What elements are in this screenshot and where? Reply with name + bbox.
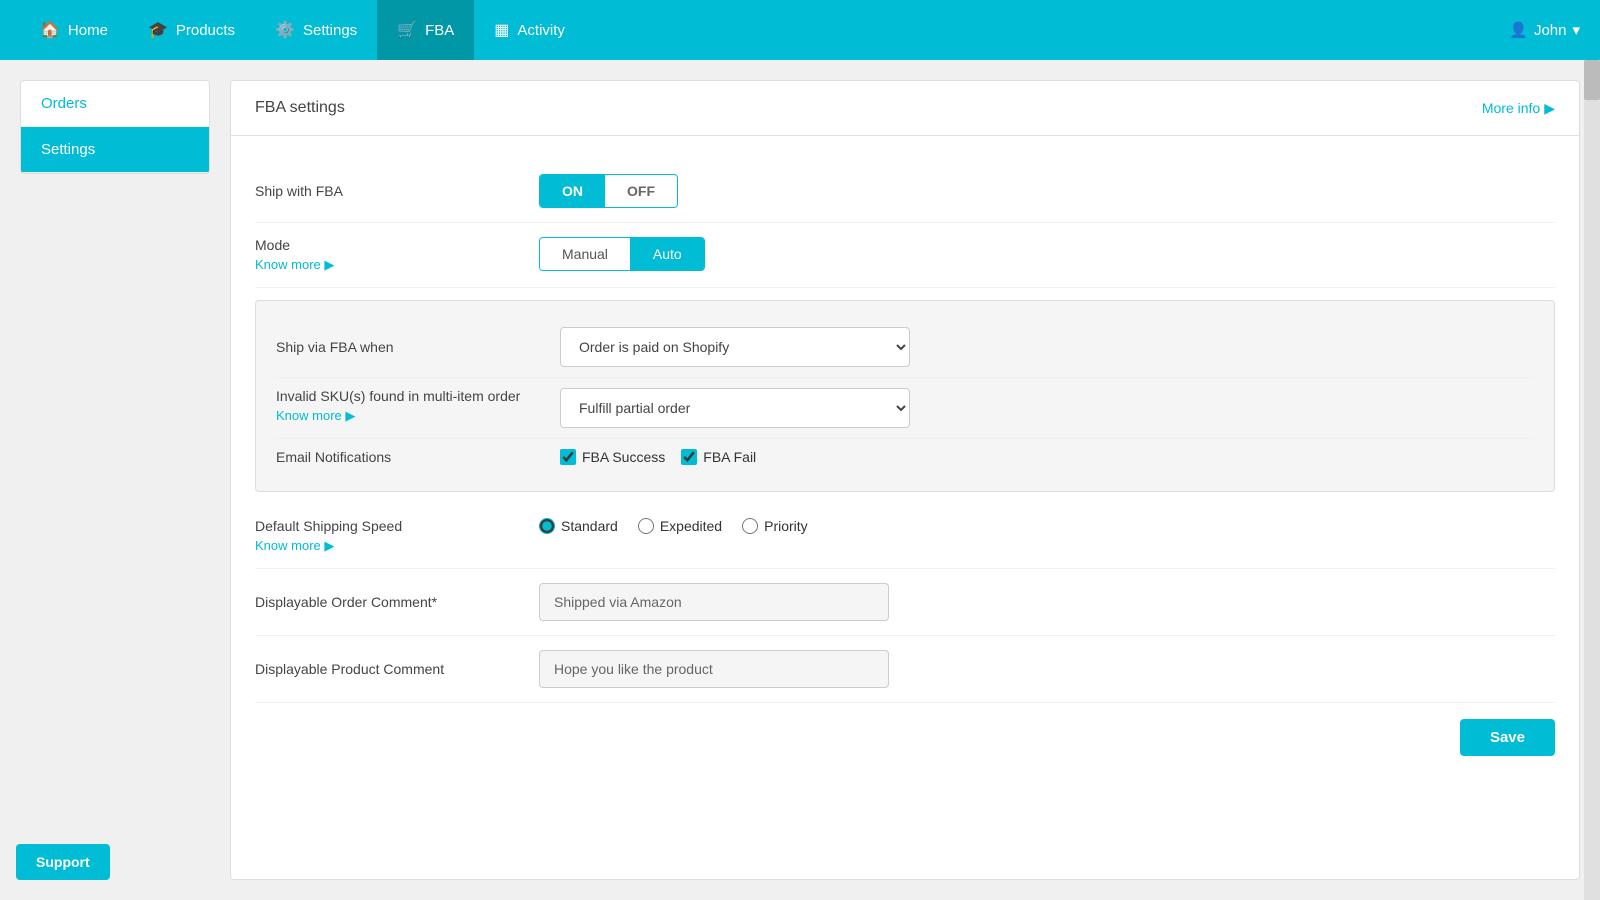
order-comment-input[interactable] xyxy=(539,583,889,621)
sidebar-item-settings[interactable]: Settings xyxy=(21,127,209,173)
invalid-sku-know-more-link[interactable]: Know more ▶ xyxy=(276,408,536,424)
priority-radio[interactable] xyxy=(742,518,758,534)
invalid-sku-label: Invalid SKU(s) found in multi-item order xyxy=(276,388,536,404)
toggle-off-button[interactable]: OFF xyxy=(605,175,677,207)
mode-toggle: Manual Auto xyxy=(539,237,705,271)
nav-settings-label: Settings xyxy=(303,22,357,39)
ship-via-select[interactable]: Order is paid on Shopify Order is create… xyxy=(560,327,910,367)
ship-via-row: Ship via FBA when Order is paid on Shopi… xyxy=(276,317,1534,378)
nav-activity[interactable]: ▦ Activity xyxy=(474,0,585,60)
fba-success-checkbox[interactable] xyxy=(560,449,576,465)
shipping-speed-label-group: Default Shipping Speed Know more ▶ xyxy=(255,518,515,554)
nav-products[interactable]: 🎓 Products xyxy=(128,0,255,60)
invalid-sku-label-group: Invalid SKU(s) found in multi-item order… xyxy=(276,388,536,424)
nav-home-label: Home xyxy=(68,22,108,39)
product-comment-input[interactable] xyxy=(539,650,889,688)
settings-header: FBA settings More info ▶ xyxy=(231,81,1579,136)
gray-box: Ship via FBA when Order is paid on Shopi… xyxy=(255,300,1555,492)
invalid-sku-row: Invalid SKU(s) found in multi-item order… xyxy=(276,378,1534,439)
priority-radio-label[interactable]: Priority xyxy=(742,518,808,534)
expedited-radio-label[interactable]: Expedited xyxy=(638,518,722,534)
scrollbar-thumb[interactable] xyxy=(1584,60,1600,100)
support-button[interactable]: Support xyxy=(16,844,110,880)
fba-success-checkbox-label[interactable]: FBA Success xyxy=(560,449,665,465)
nav-settings[interactable]: ⚙️ Settings xyxy=(255,0,377,60)
fba-fail-label: FBA Fail xyxy=(703,449,756,465)
mode-row: Mode Know more ▶ Manual Auto xyxy=(255,223,1555,288)
fba-fail-checkbox-label[interactable]: FBA Fail xyxy=(681,449,756,465)
user-menu[interactable]: 👤 John ▾ xyxy=(1509,21,1580,39)
email-notifications-label: Email Notifications xyxy=(276,449,536,465)
settings-icon: ⚙️ xyxy=(275,20,295,40)
expedited-radio-text: Expedited xyxy=(660,518,722,534)
fba-icon: 🛒 xyxy=(397,20,417,40)
nav-items: 🏠 Home 🎓 Products ⚙️ Settings 🛒 FBA ▦ Ac… xyxy=(20,0,1509,60)
products-icon: 🎓 xyxy=(148,20,168,40)
scrollbar[interactable] xyxy=(1584,60,1600,900)
nav-activity-label: Activity xyxy=(517,22,565,39)
nav-fba[interactable]: 🛒 FBA xyxy=(377,0,474,60)
priority-radio-text: Priority xyxy=(764,518,808,534)
product-comment-label: Displayable Product Comment xyxy=(255,661,515,677)
mode-manual-button[interactable]: Manual xyxy=(540,238,631,270)
page-layout: Orders Settings FBA settings More info ▶… xyxy=(0,60,1600,900)
sidebar-item-orders[interactable]: Orders xyxy=(21,81,209,127)
expedited-radio[interactable] xyxy=(638,518,654,534)
order-comment-label: Displayable Order Comment* xyxy=(255,594,515,610)
shipping-speed-label: Default Shipping Speed xyxy=(255,518,515,534)
settings-body: Ship with FBA ON OFF Mode Know more ▶ Ma… xyxy=(231,136,1579,784)
nav-products-label: Products xyxy=(176,22,235,39)
fba-success-label: FBA Success xyxy=(582,449,665,465)
email-checkboxes: FBA Success FBA Fail xyxy=(560,449,756,465)
order-comment-row: Displayable Order Comment* xyxy=(255,569,1555,636)
fba-fail-checkbox[interactable] xyxy=(681,449,697,465)
mode-label: Mode xyxy=(255,237,515,253)
ship-with-fba-label: Ship with FBA xyxy=(255,183,515,199)
save-button[interactable]: Save xyxy=(1460,719,1555,756)
ship-via-label: Ship via FBA when xyxy=(276,339,536,355)
standard-radio-label[interactable]: Standard xyxy=(539,518,618,534)
email-notifications-row: Email Notifications FBA Success FBA Fail xyxy=(276,439,1534,475)
mode-label-group: Mode Know more ▶ xyxy=(255,237,515,273)
ship-with-fba-row: Ship with FBA ON OFF xyxy=(255,160,1555,223)
shipping-speed-radios: Standard Expedited Priority xyxy=(539,518,808,534)
nav-fba-label: FBA xyxy=(425,22,454,39)
more-info-arrow-icon: ▶ xyxy=(1544,100,1555,117)
shipping-speed-know-more-link[interactable]: Know more ▶ xyxy=(255,538,515,554)
home-icon: 🏠 xyxy=(40,20,60,40)
mode-know-more-link[interactable]: Know more ▶ xyxy=(255,257,515,273)
shipping-speed-row: Default Shipping Speed Know more ▶ Stand… xyxy=(255,504,1555,569)
activity-icon: ▦ xyxy=(494,20,509,40)
toggle-on-button[interactable]: ON xyxy=(540,175,605,207)
invalid-sku-select[interactable]: Fulfill partial order Do not fulfill ord… xyxy=(560,388,910,428)
sidebar: Orders Settings xyxy=(20,80,210,174)
mode-auto-button[interactable]: Auto xyxy=(631,238,704,270)
user-chevron-icon: ▾ xyxy=(1572,21,1580,39)
standard-radio-text: Standard xyxy=(561,518,618,534)
product-comment-row: Displayable Product Comment xyxy=(255,636,1555,703)
navbar: 🏠 Home 🎓 Products ⚙️ Settings 🛒 FBA ▦ Ac… xyxy=(0,0,1600,60)
main-content: FBA settings More info ▶ Ship with FBA O… xyxy=(230,80,1580,880)
standard-radio[interactable] xyxy=(539,518,555,534)
save-row: Save xyxy=(255,703,1555,760)
user-name: John xyxy=(1534,22,1567,39)
nav-home[interactable]: 🏠 Home xyxy=(20,0,128,60)
settings-title: FBA settings xyxy=(255,99,345,117)
user-icon: 👤 xyxy=(1509,21,1528,39)
ship-fba-toggle: ON OFF xyxy=(539,174,678,208)
more-info-link[interactable]: More info ▶ xyxy=(1482,100,1555,117)
